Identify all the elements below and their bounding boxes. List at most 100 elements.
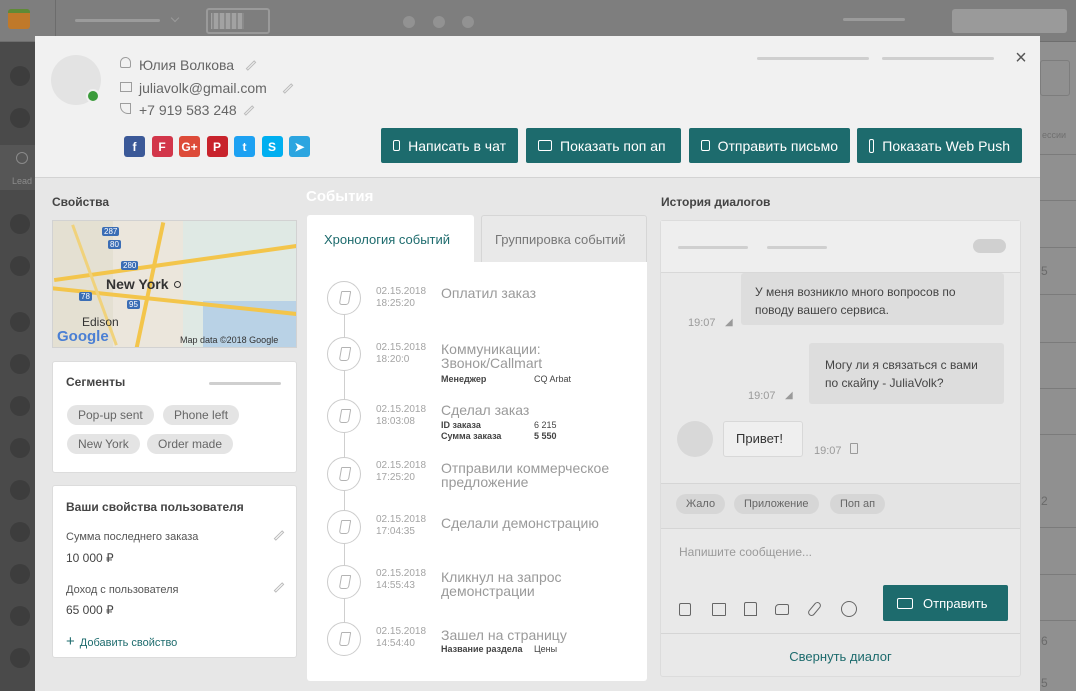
contact-phone: +7 919 583 248 — [139, 102, 237, 118]
property-label: Сумма последнего заказа — [66, 531, 199, 543]
segments-title: Сегменты — [66, 375, 126, 389]
nav-item[interactable] — [10, 522, 30, 542]
add-property-label: Добавить свойство — [79, 637, 178, 649]
push-icon — [869, 138, 875, 153]
thumbs-up-icon[interactable] — [775, 604, 789, 615]
cursor-event-icon — [327, 622, 361, 656]
pinterest-icon[interactable]: P — [206, 136, 228, 157]
sent-icon: ◢ — [725, 317, 733, 328]
map-pin-icon — [174, 281, 181, 288]
bg-cell: 6 — [1041, 634, 1048, 648]
event-time: 18:20:0 — [376, 354, 410, 365]
nav-item[interactable] — [10, 214, 30, 234]
tab-event-grouping[interactable]: Группировка событий — [481, 215, 647, 263]
send-email-button[interactable]: Отправить письмо — [689, 128, 850, 163]
event-date: 02.15.2018 — [376, 626, 427, 637]
nav-item[interactable] — [10, 396, 30, 416]
nav-item[interactable] — [10, 256, 30, 276]
show-popup-label: Показать поп ап — [560, 137, 666, 154]
online-status-indicator — [86, 89, 100, 103]
nav-item[interactable] — [10, 648, 30, 668]
device-icon — [850, 443, 858, 454]
message-input[interactable]: Напишите сообщение... — [679, 545, 812, 559]
write-to-chat-label: Написать в чат — [408, 137, 506, 154]
event-date: 02.15.2018 — [376, 342, 427, 353]
topbar-search-field[interactable] — [952, 9, 1067, 33]
tab-event-timeline[interactable]: Хронология событий — [307, 215, 474, 263]
quick-reply-tag[interactable]: Поп ап — [830, 494, 886, 514]
command-icon[interactable] — [712, 603, 726, 616]
app-logo[interactable] — [8, 9, 30, 29]
user-properties-title: Ваши свойства пользователя — [66, 500, 244, 514]
event-title: Кликнул на запрос демонстрации — [441, 569, 562, 599]
nav-item[interactable] — [10, 108, 30, 128]
paperclip-icon[interactable] — [806, 600, 823, 618]
nav-item[interactable] — [10, 312, 30, 332]
message-bubble-outgoing: Могу ли я связаться с вами по скайпу - J… — [809, 343, 1004, 404]
location-map[interactable]: 287 80 280 78 95 New York Edison Google … — [52, 220, 297, 348]
phone-icon — [120, 103, 131, 114]
event-date: 02.15.2018 — [376, 568, 427, 579]
show-popup-button[interactable]: Показать поп ап — [526, 128, 681, 163]
flamp-icon[interactable]: F — [151, 136, 173, 157]
event-time: 17:04:35 — [376, 526, 415, 537]
document-icon[interactable] — [744, 602, 757, 616]
show-webpush-button[interactable]: Показать Web Push — [857, 128, 1022, 163]
edit-property-pencil-icon[interactable] — [273, 530, 285, 541]
segment-tag[interactable]: Order made — [147, 434, 234, 454]
nav-item[interactable] — [10, 438, 30, 458]
map-route-shield: 78 — [79, 292, 92, 301]
edit-email-pencil-icon[interactable] — [282, 83, 294, 94]
segment-tag[interactable]: New York — [67, 434, 140, 454]
edit-name-pencil-icon[interactable] — [245, 60, 257, 71]
quick-reply-tag[interactable]: Жало — [676, 494, 726, 514]
emoji-icon[interactable] — [841, 601, 857, 617]
nav-item[interactable] — [10, 480, 30, 500]
event-date: 02.15.2018 — [376, 286, 427, 297]
quick-reply-tag[interactable]: Приложение — [734, 494, 819, 514]
popup-icon — [538, 140, 552, 151]
segment-tag[interactable]: Pop-up sent — [67, 405, 154, 425]
collapse-dialog-link[interactable]: Свернуть диалог — [661, 649, 1020, 664]
background-table: ессии 5 2 6 5 — [1040, 42, 1076, 691]
nav-item[interactable] — [10, 354, 30, 374]
users-icon — [16, 152, 28, 164]
google-plus-icon[interactable]: G+ — [179, 136, 200, 157]
envelope-icon — [701, 140, 710, 151]
twitter-icon[interactable]: t — [234, 136, 255, 157]
skype-icon[interactable]: S — [261, 136, 283, 157]
close-icon[interactable]: × — [1013, 48, 1029, 68]
tab-event-timeline-label: Хронология событий — [324, 232, 451, 247]
facebook-icon[interactable]: f — [124, 136, 145, 157]
map-route-shield: 287 — [102, 227, 120, 236]
message-text: Привет! — [736, 431, 783, 446]
property-value: 65 000 ₽ — [66, 603, 114, 617]
tab-event-grouping-label: Группировка событий — [495, 232, 626, 247]
nav-item[interactable] — [10, 606, 30, 626]
segment-tag[interactable]: Phone left — [163, 405, 240, 425]
edit-property-pencil-icon[interactable] — [273, 582, 285, 593]
dialog-history-title: История диалогов — [661, 195, 771, 209]
write-to-chat-button[interactable]: Написать в чат — [381, 128, 518, 163]
events-timeline: 02.15.2018 18:25:20 Оплатил заказ 02.15.… — [307, 262, 647, 681]
send-button[interactable]: Отправить — [883, 585, 1008, 621]
bg-column-header: ессии — [1042, 130, 1067, 140]
map-city-label: New York — [106, 276, 169, 292]
event-meta-value: Цены — [534, 644, 558, 654]
dropdown-placeholder[interactable] — [75, 19, 160, 22]
telegram-icon[interactable]: ➤ — [289, 136, 310, 157]
battery-widget — [206, 8, 270, 34]
template-icon[interactable] — [679, 603, 691, 616]
add-property-link[interactable]: + Добавить свойство — [66, 633, 177, 650]
cursor-event-icon — [327, 399, 361, 433]
plus-icon: + — [66, 633, 75, 650]
nav-item[interactable] — [10, 66, 30, 86]
contact-header: Юлия Волкова juliavolk@gmail.com +7 919 … — [35, 36, 1040, 178]
event-meta-value: CQ Arbat — [534, 374, 572, 384]
message-text: Могу ли я связаться с вами по скайпу - J… — [825, 358, 978, 390]
edit-phone-pencil-icon[interactable] — [243, 105, 255, 116]
contact-name: Юлия Волкова — [139, 57, 235, 73]
map-area-label: Edison — [82, 315, 119, 329]
cursor-event-icon — [327, 281, 361, 315]
nav-item[interactable] — [10, 564, 30, 584]
